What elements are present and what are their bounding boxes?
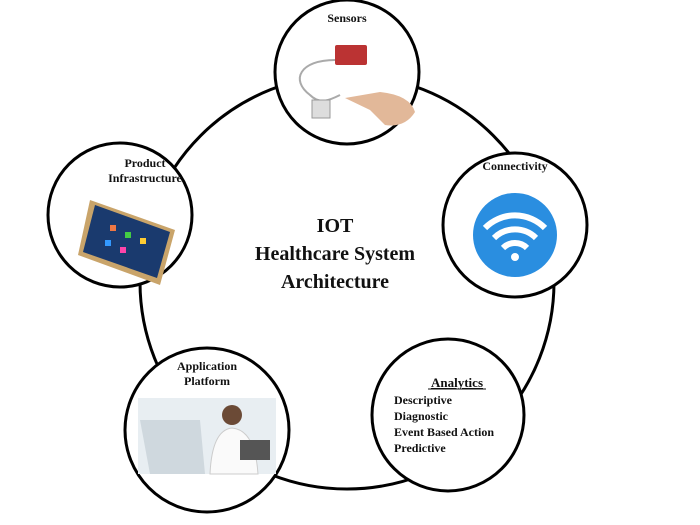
sensors-label: Sensors: [327, 11, 367, 25]
wifi-icon: [473, 193, 557, 277]
application-label-2: Platform: [184, 374, 230, 388]
title-line-2: Healthcare System: [255, 243, 415, 265]
application-label-1: Application: [177, 359, 237, 373]
node-sensors: Sensors: [273, 0, 421, 146]
node-analytics: Analytics Descriptive Diagnostic Event B…: [370, 337, 526, 493]
node-product-infrastructure: Product Infrastructure: [46, 141, 194, 289]
node-application-platform: Application Platform: [123, 346, 291, 514]
product-label-2: Infrastructure: [108, 171, 182, 185]
center-title: IOT Healthcare System Architecture: [255, 215, 415, 293]
product-label-1: Product: [124, 156, 165, 170]
doctor-laptop-image: [138, 398, 276, 475]
analytics-label: Analytics: [431, 375, 483, 390]
title-line-3: Architecture: [281, 271, 389, 293]
analytics-item: Predictive: [394, 441, 446, 455]
iot-architecture-diagram: IOT Healthcare System Architecture Senso…: [0, 0, 700, 525]
analytics-item: Descriptive: [394, 393, 453, 407]
connectivity-label: Connectivity: [482, 159, 547, 173]
analytics-item: Diagnostic: [394, 409, 449, 423]
node-connectivity: Connectivity: [441, 151, 589, 299]
title-line-1: IOT: [317, 215, 354, 237]
analytics-item: Event Based Action: [394, 425, 494, 439]
